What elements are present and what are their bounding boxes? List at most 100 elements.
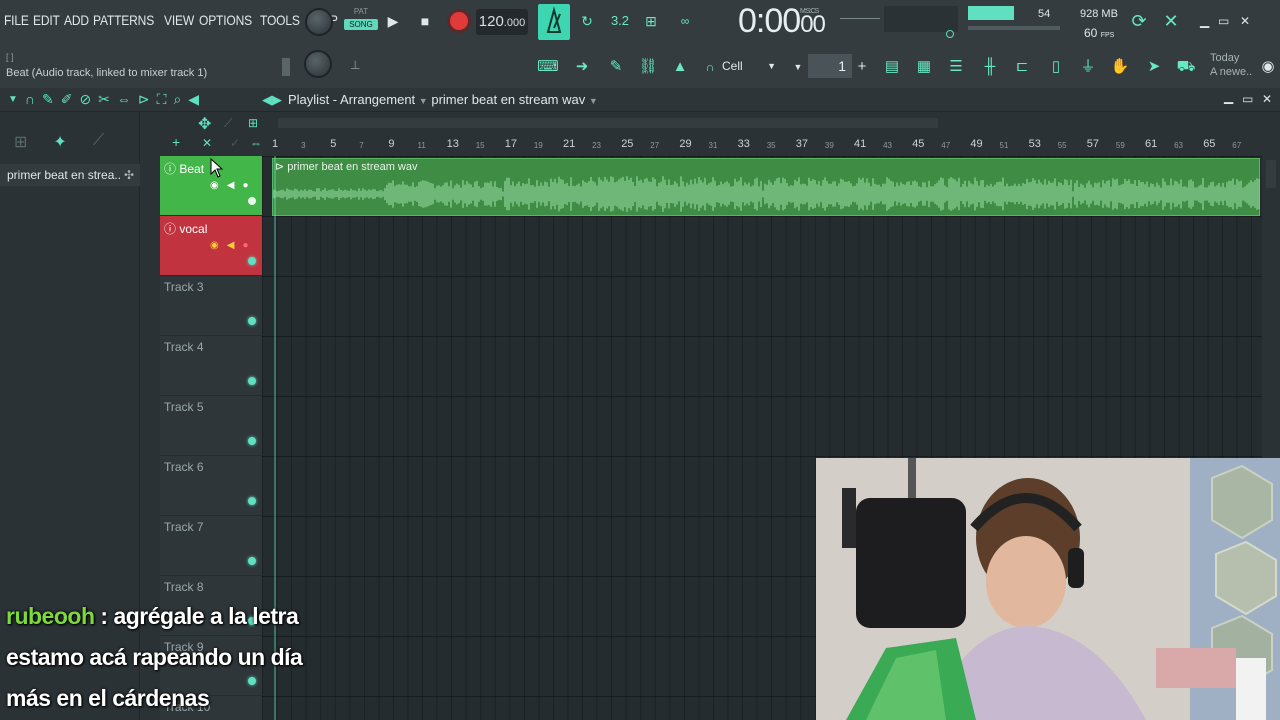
delete-icon[interactable]: ⊘ — [79, 91, 91, 108]
tempo-display[interactable]: 120.000 — [476, 9, 528, 35]
stamp-icon[interactable]: ▲ — [668, 56, 692, 78]
zoom-icon[interactable]: ⌕ — [173, 91, 181, 108]
add-pattern-icon[interactable]: + — [850, 56, 874, 78]
record-arm-icon[interactable]: ◉ — [210, 240, 219, 251]
brush-icon[interactable]: ✎ — [604, 56, 628, 78]
solo-dot-icon[interactable]: ● — [242, 240, 248, 251]
track-header-6[interactable]: Track 6 — [160, 456, 262, 516]
typing-keyboard-icon[interactable]: ⌨ — [536, 56, 560, 78]
paint-icon[interactable]: ✐ — [61, 91, 73, 108]
slice-icon[interactable]: ⊳ — [138, 91, 150, 108]
track-mute-led[interactable] — [248, 317, 256, 325]
ghost-icon[interactable]: ⟋ — [224, 116, 232, 131]
close-icon[interactable]: ✕ — [1240, 14, 1250, 28]
slip-icon[interactable]: ⇔ — [117, 91, 131, 108]
playlist-icon[interactable]: ▤ — [880, 56, 904, 78]
solo-dot-icon[interactable]: ● — [242, 180, 248, 191]
playlist-minimize-icon[interactable]: ▁ — [1224, 90, 1233, 104]
snap-select[interactable]: Cell ▼ — [718, 55, 782, 77]
image-line-logo-icon[interactable]: ◉ — [1256, 56, 1280, 78]
maximize-icon[interactable]: ▭ — [1218, 14, 1229, 28]
pattern-number[interactable]: 1 — [808, 54, 852, 78]
mute-icon[interactable]: ✂ — [98, 91, 110, 108]
master-pitch-knob[interactable] — [304, 50, 332, 78]
audio-clip[interactable]: ⊳ primer beat en stream wav — [272, 158, 1260, 216]
track-mute-led[interactable] — [248, 437, 256, 445]
stop-icon[interactable]: ■ — [414, 10, 436, 32]
channel-rack-icon[interactable]: ☰ — [944, 56, 968, 78]
menu-file[interactable]: FILE — [4, 12, 29, 28]
move-icon[interactable]: ✥ — [198, 114, 211, 134]
record-arm-icon[interactable]: ◉ — [210, 180, 219, 191]
track-header-7[interactable]: Track 7 — [160, 516, 262, 576]
countdown-icon[interactable]: 3.2 — [606, 10, 634, 32]
record-button[interactable] — [447, 9, 471, 33]
playback-icon[interactable]: ◀ — [188, 91, 199, 108]
browser-icon[interactable]: ⊏ — [1010, 56, 1034, 78]
piano-roll-icon[interactable]: ▦ — [912, 56, 936, 78]
metronome-button[interactable] — [538, 4, 570, 40]
timeline-ruler[interactable]: 1 3 5 7 9 11 13 15 17 19 21 23 25 27 29 31 33 35 37 39 41 43 4… — [262, 112, 1280, 156]
track-mute-led[interactable] — [248, 257, 256, 265]
wait-input-icon[interactable]: ↻ — [576, 10, 598, 32]
track-header-vocal[interactable]: ⓘ vocal ◉ ◀ ● — [160, 216, 262, 276]
remove-track-icon[interactable]: ✕ — [202, 136, 212, 150]
menu-edit[interactable]: EDIT — [33, 12, 60, 28]
track-header-3[interactable]: Track 3 — [160, 276, 262, 336]
speaker-icon[interactable]: ◀ — [227, 180, 235, 191]
menu-view[interactable]: VIEW — [164, 12, 194, 28]
minimize-icon[interactable]: ▁ — [1200, 14, 1209, 28]
playlist-close-icon[interactable]: ✕ — [1262, 92, 1272, 106]
tempo-tapper-icon[interactable]: ✋ — [1108, 56, 1132, 78]
master-volume-slider[interactable] — [282, 58, 290, 76]
song-label[interactable]: SONG — [344, 19, 378, 30]
step-edit-icon[interactable]: ⊞ — [640, 10, 662, 32]
add-track-icon[interactable]: + — [172, 134, 180, 150]
automation-picker-icon[interactable]: ⟋ — [93, 132, 104, 152]
pat-label[interactable]: PAT — [344, 7, 378, 16]
pattern-picker-icon[interactable]: ⊞ — [14, 132, 27, 152]
playlist-title[interactable]: ◀▶ Playlist - Arrangement ▼ primer beat e… — [262, 92, 598, 108]
news-panel[interactable]: Today A newe.. — [1210, 51, 1252, 79]
menu-options[interactable]: OPTIONS — [199, 12, 252, 28]
link-icon[interactable]: ⛓ — [636, 56, 660, 78]
shop-icon[interactable]: ⛟ — [1174, 56, 1198, 78]
horizontal-scrollbar[interactable] — [278, 118, 938, 128]
audio-picker-icon[interactable]: ✦ — [53, 132, 66, 152]
file-icon[interactable]: ▯ — [1044, 56, 1068, 78]
magnet-snap-icon[interactable]: ∩ — [25, 91, 35, 108]
grid-icon[interactable]: ⊞ — [248, 116, 258, 130]
menu-tools[interactable]: TOOLS — [260, 12, 300, 28]
pencil-icon[interactable]: ✎ — [42, 91, 54, 108]
track-header-5[interactable]: Track 5 — [160, 396, 262, 456]
track-mute-led[interactable] — [248, 557, 256, 565]
refresh-icon[interactable]: ⟳ — [1128, 10, 1150, 32]
menu-patterns[interactable]: PATTERNS — [93, 12, 154, 28]
pat-song-switch[interactable]: PAT SONG — [344, 7, 378, 39]
pattern-select-chevron-icon[interactable]: ▼ — [786, 56, 810, 78]
playlist-maximize-icon[interactable]: ▭ — [1242, 92, 1253, 106]
bird-icon[interactable]: ➤ — [1142, 56, 1166, 78]
master-volume-knob[interactable] — [305, 8, 333, 36]
select-icon[interactable]: ⛶ — [157, 91, 167, 108]
menu-add[interactable]: ADD — [64, 12, 89, 28]
track-mute-led[interactable] — [248, 197, 256, 205]
menu-arrow-icon[interactable]: ▼ — [8, 94, 18, 108]
track-header-4[interactable]: Track 4 — [160, 336, 262, 396]
plugin-icon[interactable]: ⏚ — [1076, 56, 1100, 78]
check-icon[interactable]: ✓ — [230, 136, 240, 150]
picker-clip-item[interactable]: primer beat en strea.. ✣ — [0, 164, 140, 186]
resize-icon[interactable]: ⇔ — [250, 136, 262, 150]
track-mute-led[interactable] — [248, 377, 256, 385]
pitch-slider-icon[interactable]: ⊥ — [350, 58, 360, 76]
track-mute-led[interactable] — [248, 497, 256, 505]
vertical-scroll-thumb[interactable] — [1266, 160, 1276, 188]
loop-record-icon[interactable]: ∞ — [672, 10, 698, 32]
ruler-bar-number: 7 — [359, 141, 364, 150]
play-icon[interactable]: ▶ — [382, 10, 404, 32]
song-time-display[interactable]: 0:0000 M:S:CS — [738, 2, 826, 41]
mixer-icon[interactable]: ╫ — [978, 56, 1002, 78]
next-arrow-icon[interactable]: ➜ — [570, 56, 594, 78]
speaker-icon[interactable]: ◀ — [227, 240, 235, 251]
shuffle-icon[interactable]: ✕ — [1160, 10, 1182, 32]
